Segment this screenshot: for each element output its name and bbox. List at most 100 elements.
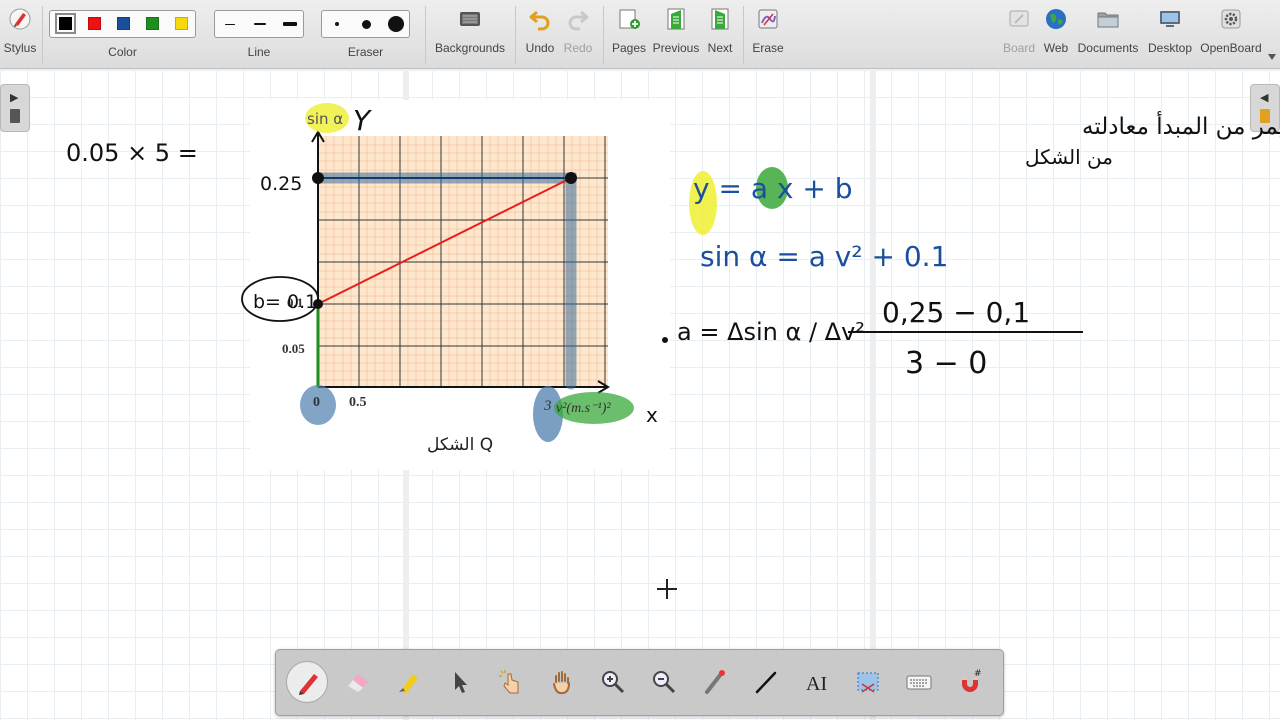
hand-icon [553,671,570,695]
monitor-icon [1160,11,1180,27]
handwritten-y: Y [353,104,372,137]
hand-tool-button[interactable] [541,661,583,703]
highlighter-icon [399,674,418,694]
toolbar-separator [42,6,43,64]
eraser-medium-option[interactable] [351,11,381,37]
toolbar-separator [515,6,516,64]
laser-pointer-tool-button[interactable] [694,661,736,703]
erase-page-button[interactable]: Erase [750,0,786,69]
y-axis-label: sin α [307,110,343,128]
board-mode-button[interactable]: Board [1001,0,1037,69]
gear-icon [1221,9,1241,29]
color-swatch-black[interactable] [55,13,76,34]
previous-page-icon [667,8,685,30]
zoom-out-icon [653,671,676,694]
toolbar-separator [603,6,604,64]
pen-icon [299,674,318,695]
web-button[interactable]: Web [1040,0,1072,69]
openboard-button[interactable]: OpenBoard [1198,0,1264,69]
whiteboard-canvas[interactable]: ▶ ◀ sin α Y 0.25 0.1 0.05 0 0.5 b= 0.1 3… [0,70,1280,720]
eraser-small-option[interactable] [322,11,351,37]
previous-label: Previous [652,41,700,55]
pen-tool-button[interactable] [286,661,328,703]
erase-label: Erase [752,41,784,55]
previous-page-button[interactable]: Previous [651,0,701,69]
erase-page-icon [758,9,778,29]
keyboard-icon [906,675,932,690]
marker-tool-button[interactable] [388,661,430,703]
eraser-size-selector [321,10,410,38]
board-label: Board [1002,41,1036,55]
line-thin-icon [225,24,235,25]
line-medium-icon [254,23,266,25]
text-tool-button[interactable]: AI [796,661,838,703]
arabic-subheading: من الشكل [1025,145,1113,169]
line-icon [755,671,777,694]
equation-slope-denominator: 3 − 0 [905,346,987,381]
menu-arrow-icon[interactable] [1268,54,1276,60]
next-page-icon [711,8,729,30]
stylus-button[interactable]: Stylus [0,0,40,69]
equation-slope-numerator: 0,25 − 0,1 [882,296,1030,329]
line-thick-icon [283,22,297,26]
line-thin-option[interactable] [215,11,245,37]
capture-tool-button[interactable] [847,661,889,703]
zoom-in-tool-button[interactable] [592,661,634,703]
arabic-heading: عبارة خط مستقيم لا يمر من المبدأ معادلته [1082,111,1280,140]
svg-text:#: # [974,669,982,679]
color-swatch-yellow[interactable] [175,17,188,30]
svg-text:AI: AI [806,673,827,695]
keyboard-tool-button[interactable] [898,661,940,703]
undo-label: Undo [525,41,555,55]
pages-button[interactable]: Pages [610,0,648,69]
point-end [565,172,577,184]
color-swatch-red[interactable] [88,17,101,30]
eraser-tool-button[interactable] [337,661,379,703]
stylus-icon [9,8,31,30]
text-icon: AI [806,673,827,695]
redo-label: Redo [563,41,593,55]
undo-button[interactable]: Undo [522,0,558,69]
desktop-label: Desktop [1147,41,1193,55]
color-palette [49,10,196,38]
board-annotations: sin α Y 0.25 0.1 0.05 0 0.5 b= 0.1 3 v²(… [66,100,1280,470]
folder-icon [1097,12,1119,28]
b-note: b= 0.1 [253,291,317,313]
undo-icon [529,10,550,31]
globe-icon [1046,9,1066,29]
line-thick-option[interactable] [275,11,305,37]
board-icon [1009,10,1029,27]
bullet-dot [662,337,668,343]
eraser-small-icon [334,22,339,26]
left-calculation: 0.05 × 5 = [66,139,198,167]
line-medium-option[interactable] [245,11,275,37]
tick-label-025: 0.25 [260,173,302,195]
color-group-label: Color [108,45,137,59]
selector-tool-button[interactable] [439,661,481,703]
documents-button[interactable]: Documents [1076,0,1140,69]
next-page-button[interactable]: Next [705,0,735,69]
next-label: Next [707,41,733,55]
tick-label-3: 3 [543,398,552,414]
backgrounds-label: Backgrounds [434,41,506,55]
eraser-large-option[interactable] [381,11,411,37]
magnet-tool-button[interactable]: # [949,661,991,703]
toolbar-separator [425,6,426,64]
arrow-cursor-icon [455,672,467,693]
crosshair-cursor-icon [657,579,677,599]
color-swatch-blue[interactable] [117,17,130,30]
color-swatch-green[interactable] [146,17,159,30]
line-group-label: Line [247,45,271,59]
toolbar-separator [743,6,744,64]
interact-tool-button[interactable] [490,661,532,703]
line-tool-button[interactable] [745,661,787,703]
zoom-out-tool-button[interactable] [643,661,685,703]
desktop-button[interactable]: Desktop [1144,0,1196,69]
tick-label-005: 0.05 [282,341,305,356]
web-label: Web [1043,41,1069,55]
figure-caption: الشكل Q [427,435,493,455]
backgrounds-button[interactable]: Backgrounds [434,0,506,69]
openboard-label: OpenBoard [1200,41,1262,55]
redo-button[interactable]: Redo [561,0,595,69]
capture-icon [857,672,879,693]
